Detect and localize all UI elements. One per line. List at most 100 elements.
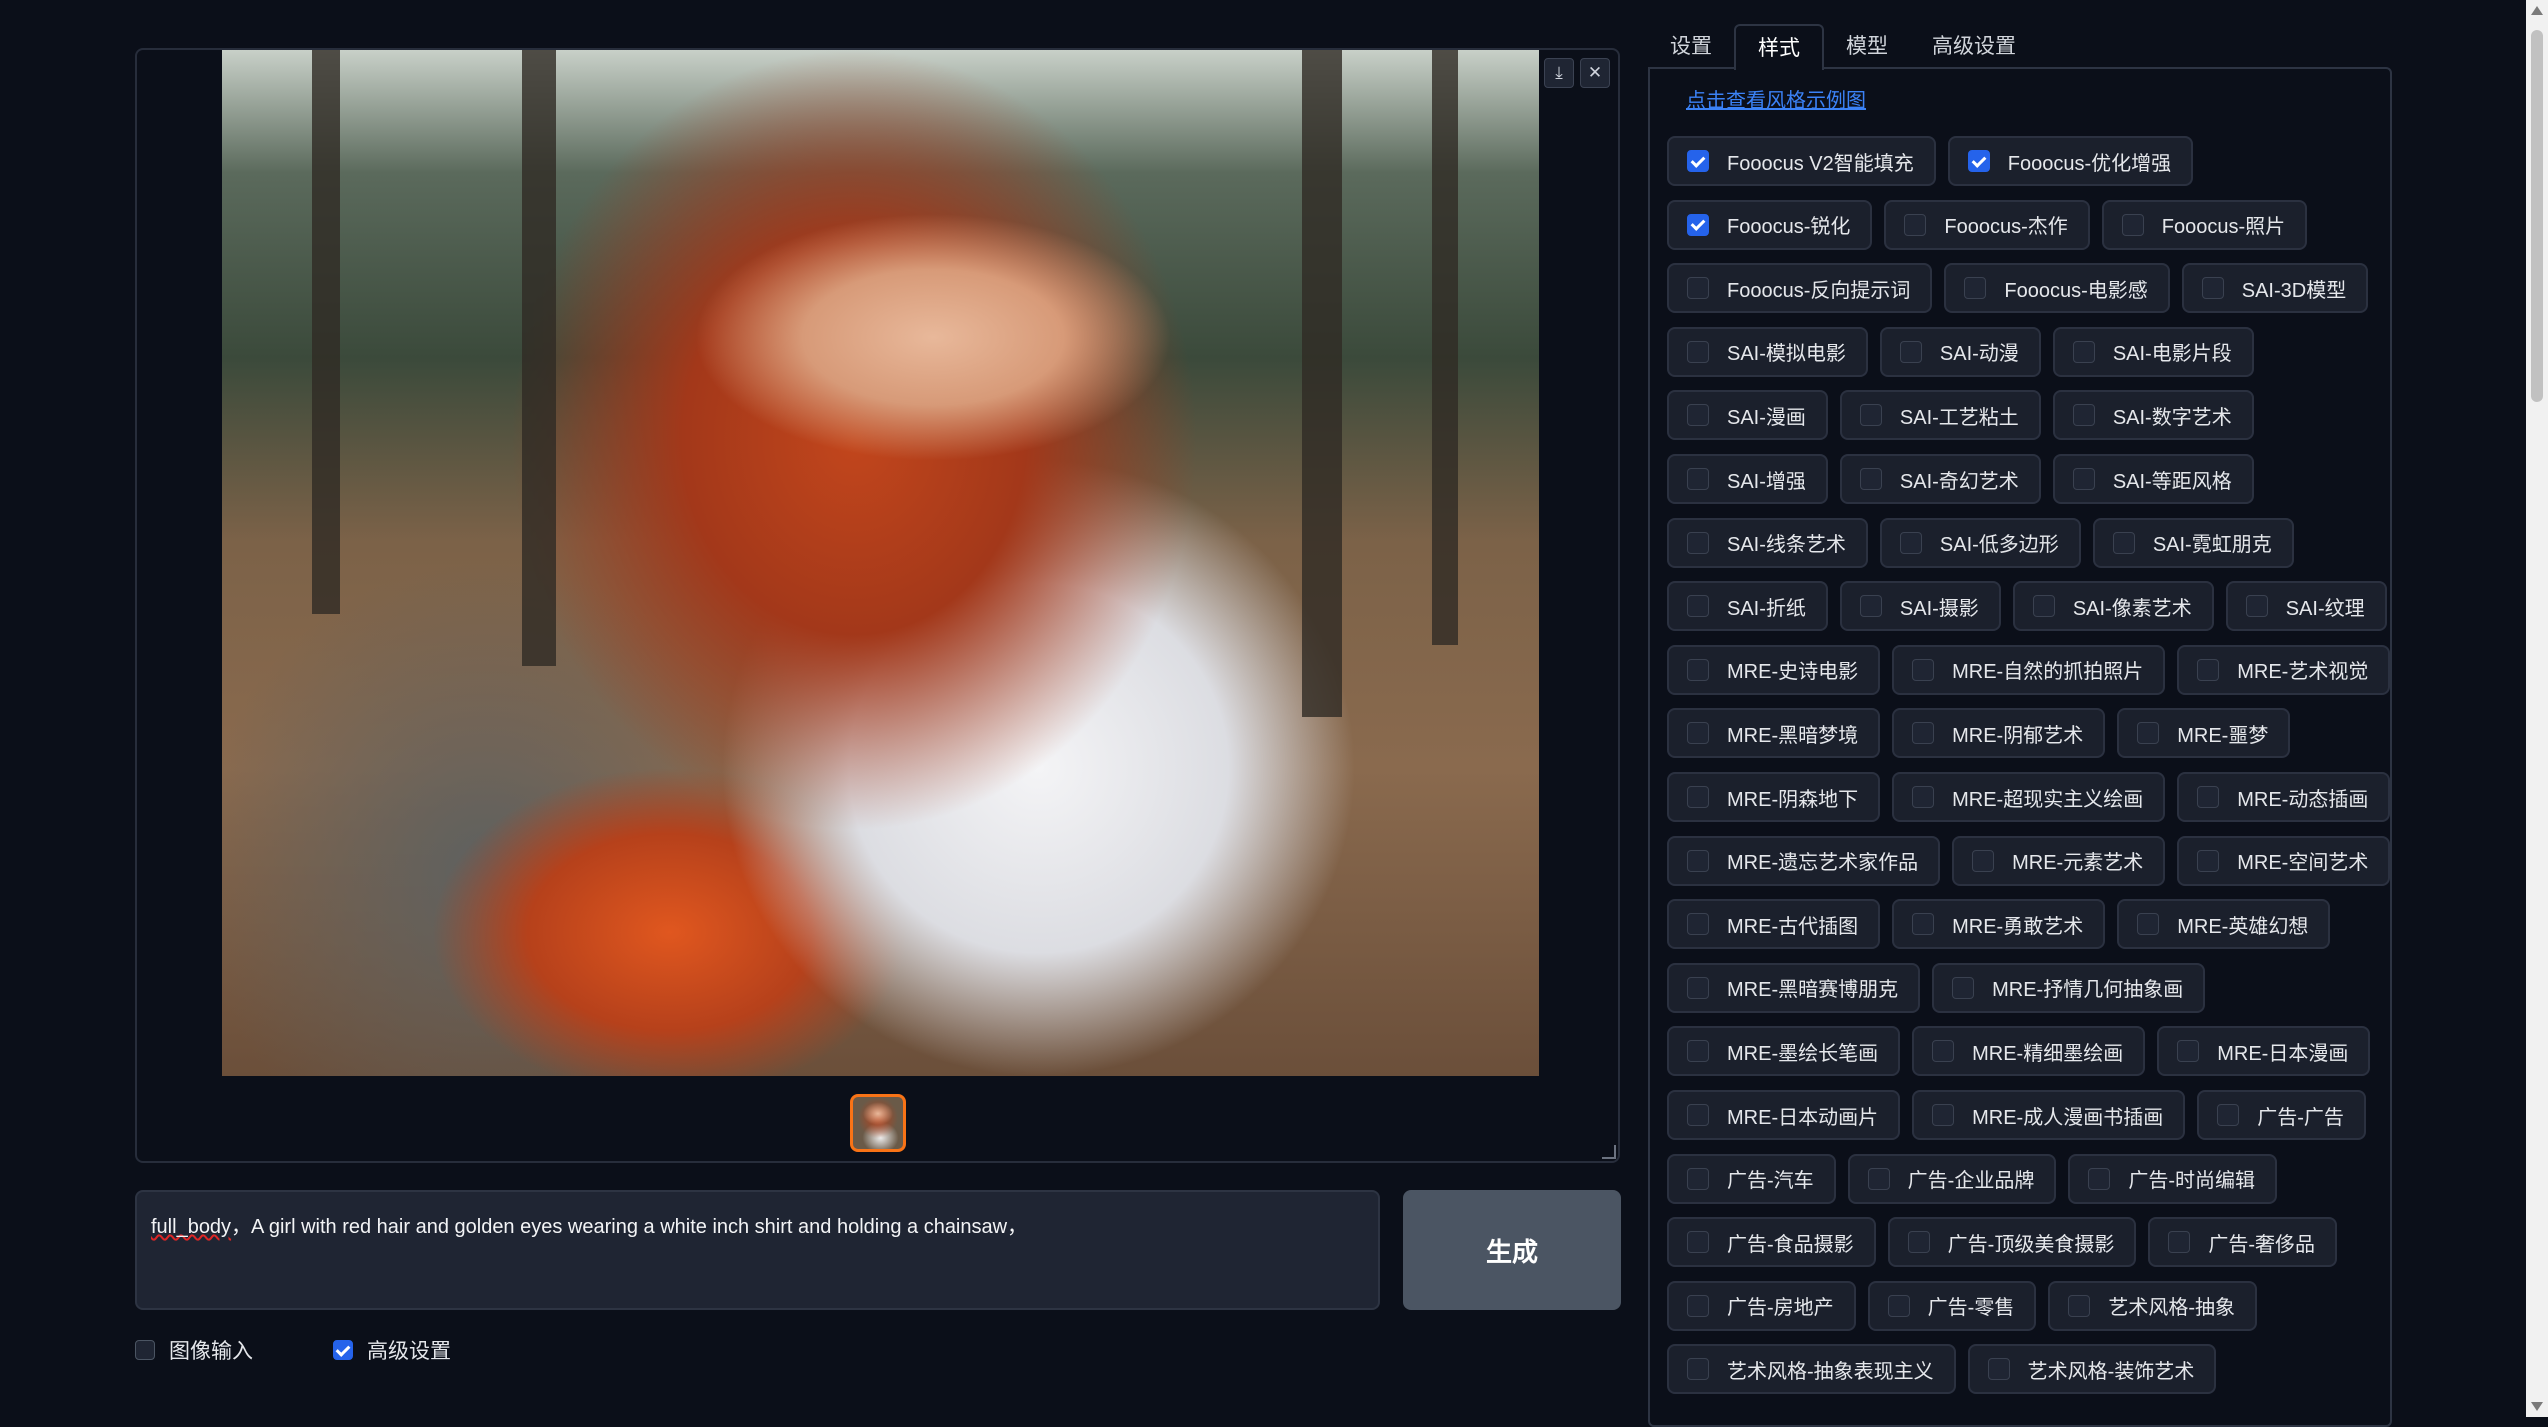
style-option[interactable]: 广告-零售 bbox=[1867, 1280, 2037, 1331]
style-checkbox[interactable] bbox=[1859, 404, 1882, 427]
style-checkbox[interactable] bbox=[1687, 213, 1709, 236]
style-checkbox[interactable] bbox=[2072, 468, 2095, 490]
style-checkbox[interactable] bbox=[1859, 468, 1882, 490]
style-checkbox[interactable] bbox=[1972, 849, 1995, 872]
close-icon[interactable]: ✕ bbox=[1580, 58, 1610, 88]
style-option[interactable]: Fooocus-优化增强 bbox=[1947, 136, 2194, 186]
style-option[interactable]: 广告-汽车 bbox=[1667, 1153, 1836, 1204]
style-option[interactable]: MRE-遗忘艺术家作品 bbox=[1667, 835, 1941, 886]
style-checkbox[interactable] bbox=[1687, 1104, 1709, 1126]
style-option[interactable]: SAI-低多边形 bbox=[1879, 517, 2081, 568]
style-checkbox[interactable] bbox=[2245, 595, 2268, 618]
style-option[interactable]: MRE-黑暗赛博朋克 bbox=[1667, 962, 1921, 1013]
style-option[interactable]: SAI-模拟电影 bbox=[1667, 326, 1868, 377]
style-checkbox[interactable] bbox=[1687, 722, 1709, 745]
style-checkbox[interactable] bbox=[1687, 595, 1709, 618]
generated-image[interactable] bbox=[222, 50, 1539, 1076]
style-option[interactable]: 艺术风格-抽象表现主义 bbox=[1667, 1344, 1956, 1395]
resize-handle-icon[interactable] bbox=[1602, 1145, 1616, 1159]
style-checkbox[interactable] bbox=[1912, 722, 1935, 745]
style-checkbox[interactable] bbox=[1899, 531, 1922, 554]
style-checkbox[interactable] bbox=[1932, 1040, 1955, 1063]
style-checkbox[interactable] bbox=[1952, 976, 1975, 999]
tab-advanced[interactable]: 高级设置 bbox=[1910, 24, 2038, 68]
style-checkbox[interactable] bbox=[2072, 404, 2095, 427]
style-option[interactable]: SAI-漫画 bbox=[1667, 390, 1828, 441]
style-checkbox[interactable] bbox=[1687, 786, 1709, 808]
style-option[interactable]: 广告-企业品牌 bbox=[1847, 1153, 2057, 1204]
download-icon[interactable]: ⤓ bbox=[1544, 58, 1574, 88]
scroll-down-icon[interactable] bbox=[2531, 1402, 2543, 1411]
style-option[interactable]: Fooocus-杰作 bbox=[1884, 199, 2090, 250]
style-option[interactable]: 广告-奢侈品 bbox=[2148, 1217, 2338, 1268]
scroll-up-icon[interactable] bbox=[2531, 6, 2543, 15]
style-checkbox[interactable] bbox=[1687, 1294, 1709, 1317]
style-checkbox[interactable] bbox=[1912, 913, 1935, 936]
style-option[interactable]: MRE-日本动画片 bbox=[1667, 1090, 1901, 1140]
style-option[interactable]: MRE-史诗电影 bbox=[1667, 644, 1881, 695]
style-checkbox[interactable] bbox=[1687, 340, 1709, 363]
style-checkbox[interactable] bbox=[1687, 531, 1709, 554]
style-checkbox[interactable] bbox=[2177, 1040, 2200, 1063]
style-checkbox[interactable] bbox=[1687, 468, 1709, 490]
style-checkbox[interactable] bbox=[2217, 1104, 2240, 1126]
style-option[interactable]: MRE-古代插图 bbox=[1667, 899, 1881, 950]
style-option[interactable]: SAI-摄影 bbox=[1839, 581, 2001, 632]
style-option[interactable]: MRE-自然的抓拍照片 bbox=[1892, 644, 2166, 695]
tab-settings[interactable]: 设置 bbox=[1648, 24, 1734, 68]
style-option[interactable]: SAI-折纸 bbox=[1667, 581, 1828, 632]
style-option[interactable]: SAI-动漫 bbox=[1879, 326, 2041, 377]
style-option[interactable]: SAI-等距风格 bbox=[2052, 454, 2254, 504]
advanced-settings-checkbox[interactable] bbox=[333, 1340, 353, 1360]
style-checkbox[interactable] bbox=[1932, 1104, 1955, 1126]
style-checkbox[interactable] bbox=[1912, 786, 1935, 808]
style-option[interactable]: MRE-噩梦 bbox=[2117, 708, 2291, 759]
tab-model[interactable]: 模型 bbox=[1824, 24, 1910, 68]
style-checkbox[interactable] bbox=[1687, 1167, 1709, 1190]
style-option[interactable]: MRE-超现实主义绘画 bbox=[1892, 772, 2166, 822]
thumbnail-image[interactable] bbox=[850, 1094, 906, 1152]
style-option[interactable]: Fooocus V2智能填充 bbox=[1667, 136, 1936, 186]
style-option[interactable]: MRE-日本漫画 bbox=[2157, 1026, 2371, 1077]
style-option[interactable]: Fooocus-锐化 bbox=[1667, 199, 1873, 250]
style-checkbox[interactable] bbox=[1912, 658, 1935, 681]
style-checkbox[interactable] bbox=[1904, 213, 1927, 236]
style-checkbox[interactable] bbox=[2072, 340, 2095, 363]
style-option[interactable]: SAI-线条艺术 bbox=[1667, 517, 1868, 568]
style-option[interactable]: MRE-空间艺术 bbox=[2177, 835, 2391, 886]
style-option[interactable]: MRE-动态插画 bbox=[2177, 772, 2391, 822]
style-option[interactable]: MRE-勇敢艺术 bbox=[1892, 899, 2106, 950]
style-option[interactable]: 广告-广告 bbox=[2197, 1090, 2366, 1140]
style-checkbox[interactable] bbox=[1687, 658, 1709, 681]
style-checkbox[interactable] bbox=[2201, 277, 2224, 300]
style-checkbox[interactable] bbox=[1867, 1167, 1890, 1190]
style-option[interactable]: SAI-工艺粘土 bbox=[1839, 390, 2041, 441]
style-checkbox[interactable] bbox=[2197, 786, 2220, 808]
tab-style[interactable]: 样式 bbox=[1734, 24, 1824, 70]
scrollbar-thumb[interactable] bbox=[2531, 30, 2543, 402]
style-option[interactable]: MRE-阴郁艺术 bbox=[1892, 708, 2106, 759]
style-checkbox[interactable] bbox=[2032, 595, 2055, 618]
style-option[interactable]: MRE-成人漫画书插画 bbox=[1912, 1090, 2186, 1140]
style-checkbox[interactable] bbox=[2168, 1231, 2191, 1254]
style-option[interactable]: Fooocus-照片 bbox=[2101, 199, 2308, 250]
style-option[interactable]: Fooocus-电影感 bbox=[1944, 263, 2170, 314]
style-checkbox[interactable] bbox=[1687, 976, 1709, 999]
style-checkbox[interactable] bbox=[2137, 722, 2160, 745]
style-option[interactable]: MRE-元素艺术 bbox=[1952, 835, 2166, 886]
prompt-input[interactable]: full_body，A girl with red hair and golde… bbox=[135, 1190, 1380, 1310]
style-checkbox[interactable] bbox=[1987, 1358, 2010, 1381]
style-option[interactable]: SAI-电影片段 bbox=[2052, 326, 2254, 377]
style-option[interactable]: SAI-纹理 bbox=[2225, 581, 2387, 632]
style-checkbox[interactable] bbox=[1907, 1231, 1930, 1254]
style-option[interactable]: MRE-抒情几何抽象画 bbox=[1932, 962, 2206, 1013]
style-checkbox[interactable] bbox=[2088, 1167, 2111, 1190]
style-option[interactable]: MRE-艺术视觉 bbox=[2177, 644, 2391, 695]
style-option[interactable]: 广告-食品摄影 bbox=[1667, 1217, 1876, 1268]
style-option[interactable]: 艺术风格-装饰艺术 bbox=[1967, 1344, 2217, 1395]
style-option[interactable]: SAI-数字艺术 bbox=[2052, 390, 2254, 441]
style-option[interactable]: SAI-奇幻艺术 bbox=[1839, 454, 2041, 504]
style-checkbox[interactable] bbox=[1687, 277, 1709, 300]
style-option[interactable]: MRE-阴森地下 bbox=[1667, 772, 1881, 822]
style-checkbox[interactable] bbox=[2112, 531, 2135, 554]
